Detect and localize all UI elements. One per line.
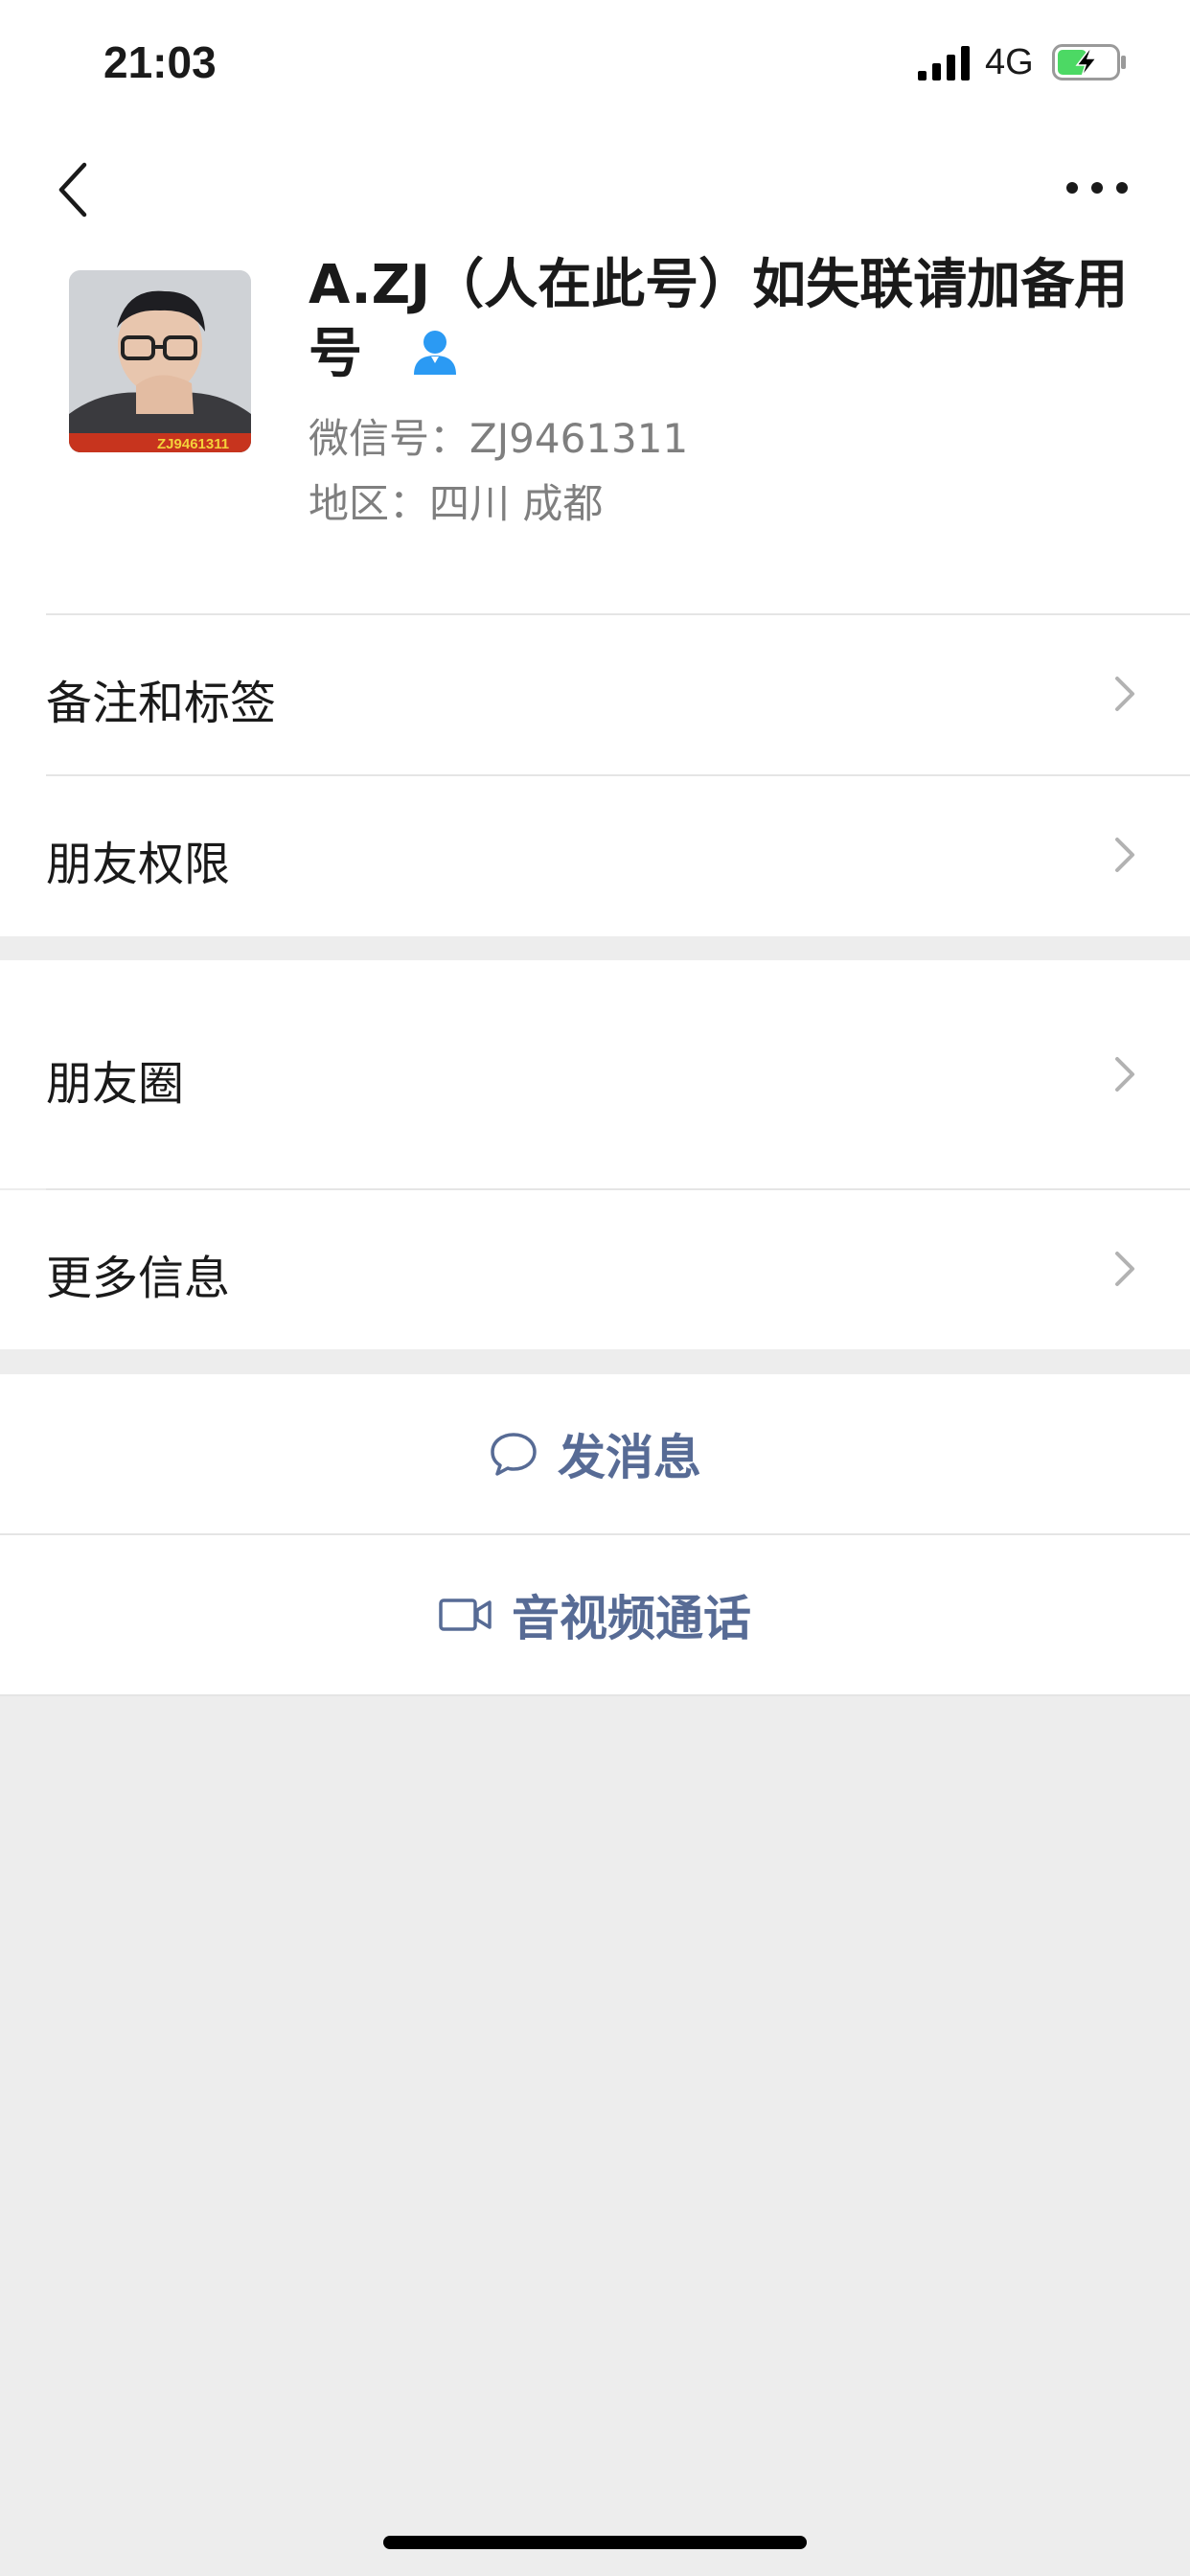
contact-person-icon xyxy=(414,330,456,375)
remark-tags-label: 备注和标签 xyxy=(46,677,277,730)
region: 地区：四川 成都 xyxy=(309,480,604,527)
send-message-label: 发消息 xyxy=(558,1430,701,1485)
back-button[interactable] xyxy=(54,159,92,220)
video-camera-icon xyxy=(439,1598,492,1631)
more-info-label: 更多信息 xyxy=(46,1252,231,1305)
section-gap xyxy=(0,936,1190,960)
network-type: 4G xyxy=(985,42,1034,82)
chat-bubble-icon xyxy=(491,1433,537,1476)
status-bar: 21:03 4G xyxy=(0,0,1190,125)
friend-permissions-label: 朋友权限 xyxy=(46,838,231,891)
send-message-content: 发消息 xyxy=(489,1419,701,1488)
profile-name: A.ZJ（人在此号）如失联请加备用号 xyxy=(309,251,1152,389)
chevron-right-icon xyxy=(1115,1252,1134,1286)
battery-icon xyxy=(1052,44,1126,80)
remark-tags-row[interactable]: 备注和标签 xyxy=(0,615,1190,774)
moments-row[interactable]: 朋友圈 xyxy=(0,960,1190,1188)
home-indicator[interactable] xyxy=(383,2536,807,2549)
video-call-content: 音视频通话 xyxy=(439,1580,751,1649)
more-info-row[interactable]: 更多信息 xyxy=(0,1190,1190,1349)
friend-permissions-row[interactable]: 朋友权限 xyxy=(0,776,1190,935)
avatar-caption: ZJ9461311 xyxy=(157,436,229,452)
chevron-right-icon xyxy=(1115,677,1134,711)
wechat-id: 微信号：ZJ9461311 xyxy=(309,415,689,462)
avatar[interactable]: ZJ9461311 xyxy=(69,270,251,452)
signal-icon xyxy=(918,46,970,80)
chevron-right-icon xyxy=(1115,1057,1134,1092)
moments-label: 朋友圈 xyxy=(46,1057,185,1111)
more-button[interactable] xyxy=(1064,178,1131,197)
divider xyxy=(0,1694,1190,1696)
section-gap xyxy=(0,1349,1190,1374)
send-message-button[interactable]: 发消息 xyxy=(0,1374,1190,1533)
status-time: 21:03 xyxy=(103,37,217,87)
video-call-button[interactable]: 音视频通话 xyxy=(0,1535,1190,1694)
chevron-right-icon xyxy=(1115,838,1134,872)
video-call-label: 音视频通话 xyxy=(512,1591,751,1646)
avatar-image: ZJ9461311 xyxy=(69,270,251,452)
